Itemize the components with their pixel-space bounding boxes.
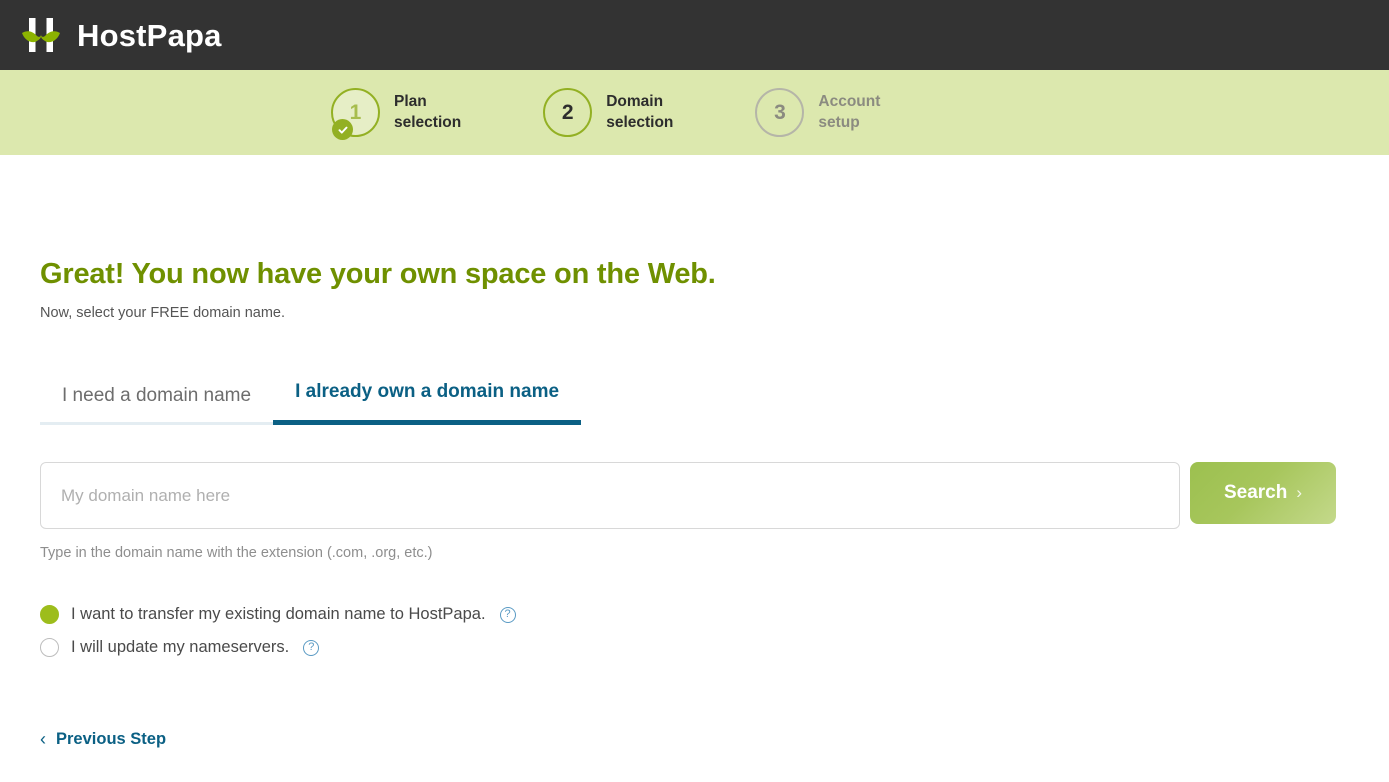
radio-transfer-domain[interactable] (40, 605, 59, 624)
domain-mode-tabs: I need a domain name I already own a dom… (40, 381, 1349, 425)
progress-step-bar: 1 Plan selection 2 Domain selection 3 Ac… (0, 70, 1389, 155)
step-domain-selection[interactable]: 2 Domain selection (543, 88, 673, 137)
step-3-number: 3 (774, 101, 786, 125)
step-2-number: 2 (562, 101, 574, 125)
domain-input-hint: Type in the domain name with the extensi… (40, 545, 1349, 561)
radio-update-nameservers[interactable] (40, 638, 59, 657)
question-mark-icon[interactable]: ? (500, 607, 516, 623)
step-1-circle: 1 (331, 88, 380, 137)
step-2-circle: 2 (543, 88, 592, 137)
domain-options-group: I want to transfer my existing domain na… (40, 605, 1349, 657)
option-update-nameservers-label: I will update my nameservers. (71, 638, 289, 657)
step-1-number: 1 (350, 101, 362, 125)
chevron-left-icon: ‹ (40, 729, 46, 750)
step-3-circle: 3 (755, 88, 804, 137)
page-subtitle: Now, select your FREE domain name. (40, 305, 1349, 321)
step-list: 1 Plan selection 2 Domain selection 3 Ac… (331, 88, 880, 137)
step-3-label: Account setup (818, 92, 880, 133)
previous-step-link[interactable]: ‹ Previous Step (40, 729, 166, 750)
domain-search-input[interactable] (40, 462, 1180, 529)
option-transfer-domain[interactable]: I want to transfer my existing domain na… (40, 605, 1349, 624)
step-plan-selection[interactable]: 1 Plan selection (331, 88, 461, 137)
step-account-setup[interactable]: 3 Account setup (755, 88, 880, 137)
previous-step-label: Previous Step (56, 730, 166, 749)
step-1-label: Plan selection (394, 92, 461, 133)
tab-already-own-domain[interactable]: I already own a domain name (273, 381, 581, 425)
domain-search-row: Search › (40, 462, 1349, 529)
search-button-label: Search (1224, 482, 1287, 504)
site-header: HostPapa (0, 0, 1389, 70)
main-content: Great! You now have your own space on th… (0, 258, 1389, 750)
search-button[interactable]: Search › (1190, 462, 1336, 524)
question-mark-icon[interactable]: ? (303, 640, 319, 656)
option-transfer-domain-label: I want to transfer my existing domain na… (71, 605, 486, 624)
hostpapa-mustache-logo-icon (18, 12, 64, 58)
check-icon (332, 119, 353, 140)
hostpapa-logo[interactable]: HostPapa (18, 12, 222, 58)
tab-need-domain[interactable]: I need a domain name (40, 385, 273, 425)
step-2-label: Domain selection (606, 92, 673, 133)
chevron-right-icon: › (1296, 483, 1302, 503)
page-title: Great! You now have your own space on th… (40, 258, 1349, 291)
brand-name: HostPapa (77, 20, 222, 51)
option-update-nameservers[interactable]: I will update my nameservers. ? (40, 638, 1349, 657)
